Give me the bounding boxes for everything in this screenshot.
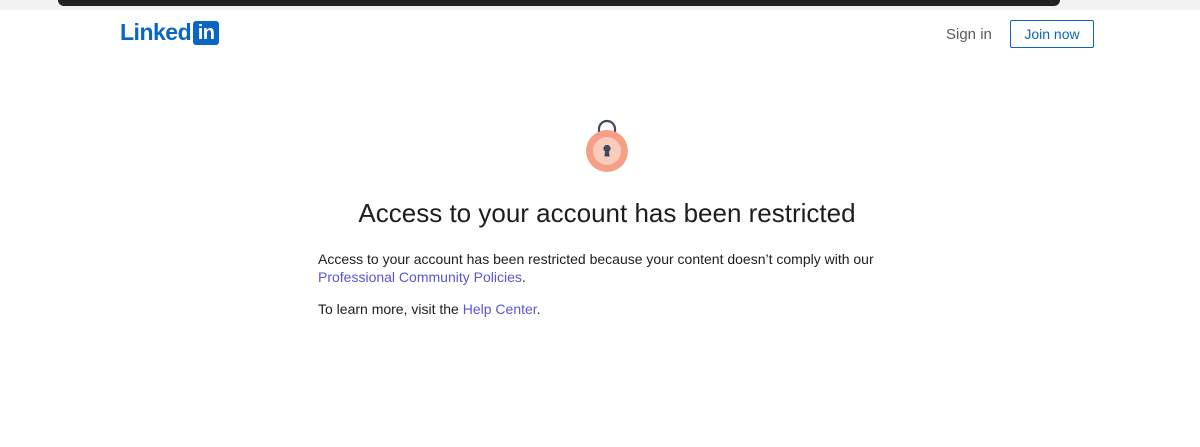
linkedin-logo[interactable]: Linked in [120, 19, 220, 45]
browser-top-bar [58, 0, 1060, 6]
logo-in-box: in [193, 20, 220, 45]
restriction-text: Access to your account has been restrict… [318, 251, 874, 267]
header: Linked in Sign in Join now [0, 10, 1200, 60]
sign-in-link[interactable]: Sign in [946, 25, 992, 45]
help-paragraph: To learn more, visit the Help Center. [318, 300, 878, 318]
restriction-paragraph: Access to your account has been restrict… [318, 250, 878, 286]
logo-wordmark: Linked [120, 19, 192, 45]
browser-top-strip [0, 0, 1200, 10]
para1-period: . [521, 269, 526, 285]
join-now-button[interactable]: Join now [1010, 20, 1094, 48]
restriction-message: Access to your account has been restrict… [318, 250, 878, 318]
lock-icon [586, 119, 628, 172]
help-text: To learn more, visit the [318, 301, 459, 317]
para2-period: . [536, 301, 541, 317]
page-title: Access to your account has been restrict… [358, 198, 856, 228]
community-policies-link[interactable]: Professional Community Policies [318, 269, 522, 285]
help-center-link[interactable]: Help Center [463, 301, 537, 317]
